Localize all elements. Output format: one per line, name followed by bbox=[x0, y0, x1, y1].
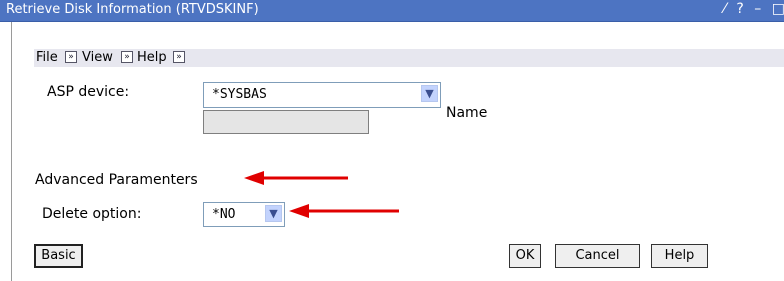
menu-file-expand-icon[interactable]: » bbox=[65, 51, 77, 63]
delete-option-select[interactable]: *NO ▼ bbox=[203, 202, 285, 227]
dropdown-chevron-icon[interactable]: ▼ bbox=[265, 205, 282, 222]
red-arrow-icon bbox=[244, 171, 348, 185]
menu-help[interactable]: Help bbox=[137, 50, 167, 65]
delete-option-value: *NO bbox=[212, 207, 236, 222]
asp-name-label: Name bbox=[446, 105, 488, 121]
advanced-parameters-heading: Advanced Paramenters bbox=[35, 172, 198, 188]
delete-option-label: Delete option: bbox=[42, 206, 142, 222]
menu-file[interactable]: File bbox=[36, 50, 58, 65]
menu-bar: File » View » Help » bbox=[34, 49, 784, 67]
asp-device-select[interactable]: *SYSBAS ▼ bbox=[203, 82, 441, 108]
menu-view[interactable]: View bbox=[82, 50, 113, 65]
cancel-button[interactable]: Cancel bbox=[555, 244, 640, 268]
basic-button[interactable]: Basic bbox=[34, 244, 83, 268]
dropdown-chevron-icon[interactable]: ▼ bbox=[421, 85, 438, 102]
menu-help-expand-icon[interactable]: » bbox=[173, 51, 185, 63]
asp-device-label: ASP device: bbox=[47, 84, 130, 100]
title-bar: Retrieve Disk Information (RTVDSKINF) ⁄ … bbox=[0, 0, 784, 22]
window-title: Retrieve Disk Information (RTVDSKINF) bbox=[6, 2, 259, 17]
help-button[interactable]: Help bbox=[651, 244, 708, 268]
asp-device-name-input[interactable] bbox=[203, 110, 369, 134]
red-arrow-icon bbox=[289, 204, 399, 218]
left-border bbox=[11, 22, 12, 281]
ok-button[interactable]: OK bbox=[509, 244, 541, 268]
window-controls[interactable]: ⁄ ? – □ bbox=[724, 1, 784, 17]
asp-device-value: *SYSBAS bbox=[212, 87, 267, 102]
menu-view-expand-icon[interactable]: » bbox=[121, 51, 133, 63]
